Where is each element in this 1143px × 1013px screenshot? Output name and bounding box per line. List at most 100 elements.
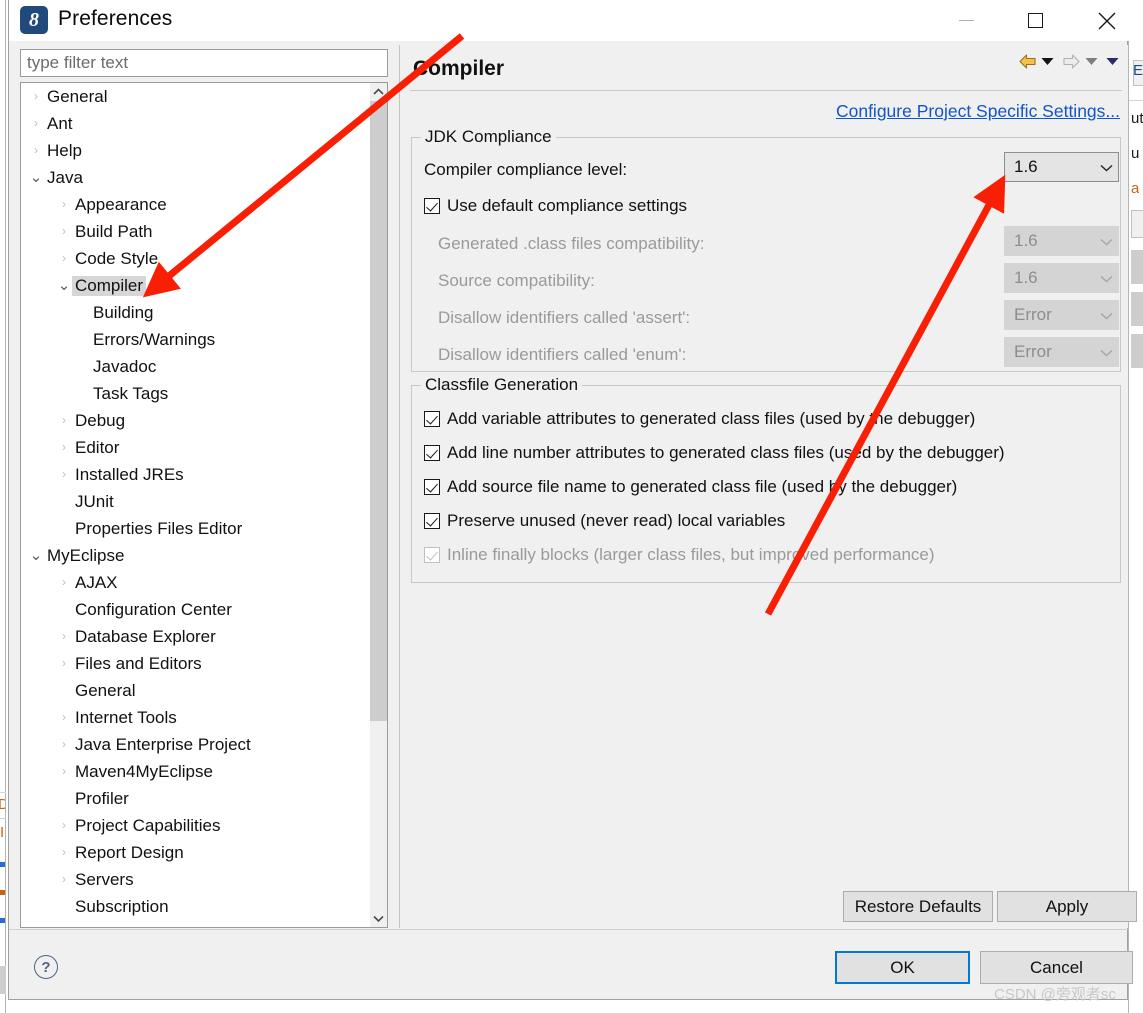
tree-item-appearance[interactable]: › Appearance [21, 191, 371, 218]
preferences-dialog: 8 Preferences type filter text › General ›… [8, 0, 1137, 1003]
add-source-file-name-checkbox[interactable]: Add source file name to generated class … [424, 477, 957, 497]
tree-item-label: Internet Tools [75, 707, 177, 727]
chevron-right-icon[interactable]: › [57, 191, 71, 218]
tree-item-label: Building [93, 302, 154, 322]
apply-button[interactable]: Apply [997, 891, 1137, 922]
tree-item-report-design[interactable]: › Report Design [21, 839, 371, 866]
chevron-right-icon[interactable]: › [57, 731, 71, 758]
tree-item-installed-jres[interactable]: › Installed JREs [21, 461, 371, 488]
tree-item-properties-files-editor[interactable]: Properties Files Editor [21, 515, 371, 542]
tree-item-database-explorer[interactable]: › Database Explorer [21, 623, 371, 650]
cancel-button[interactable]: Cancel [980, 951, 1133, 984]
bg-divider [0, 818, 6, 819]
filter-input[interactable]: type filter text [20, 49, 388, 77]
compiler-compliance-level-combo[interactable]: 1.6 [1004, 152, 1119, 182]
tree-item-files-and-editors[interactable]: › Files and Editors [21, 650, 371, 677]
maximize-button[interactable] [1011, 0, 1059, 41]
tree-item-internet-tools[interactable]: › Internet Tools [21, 704, 371, 731]
chevron-right-icon[interactable]: › [57, 623, 71, 650]
tree-item-help[interactable]: › Help [21, 137, 371, 164]
scroll-thumb[interactable] [370, 101, 387, 721]
chevron-right-icon[interactable]: › [57, 218, 71, 245]
tree-item-label: Errors/Warnings [93, 329, 216, 349]
tree-item-errors-warnings[interactable]: Errors/Warnings [21, 326, 371, 353]
bg-scroll-fragment [1131, 334, 1143, 368]
chevron-down-icon[interactable]: ⌄ [29, 168, 43, 188]
chevron-right-icon[interactable]: › [57, 812, 71, 839]
tree-item-java-enterprise-project[interactable]: › Java Enterprise Project [21, 731, 371, 758]
tree-item-subscription[interactable]: Subscription [21, 893, 371, 920]
checkbox-label: Use default compliance settings [447, 196, 688, 215]
chevron-down-icon[interactable]: ⌄ [57, 276, 71, 296]
tree-item-label: JUnit [75, 491, 114, 511]
chevron-right-icon[interactable]: › [57, 569, 71, 596]
tree-item-task-tags[interactable]: Task Tags [21, 920, 371, 928]
chevron-right-icon[interactable]: › [29, 137, 43, 164]
tree-item-building[interactable]: Building [21, 299, 371, 326]
tree-item-javadoc[interactable]: Javadoc [21, 353, 371, 380]
chevron-right-icon[interactable]: › [29, 83, 43, 110]
bg-text-fragment: D [0, 796, 5, 813]
checkbox-checked-icon [424, 513, 440, 529]
tree-item-general[interactable]: General [21, 677, 371, 704]
restore-defaults-button[interactable]: Restore Defaults [843, 891, 993, 922]
chevron-right-icon[interactable]: › [29, 110, 43, 137]
chevron-right-icon[interactable]: › [57, 839, 71, 866]
bg-divider [1129, 100, 1143, 101]
chevron-right-icon[interactable]: › [57, 866, 71, 893]
tree-scrollbar[interactable] [370, 83, 387, 927]
tree-item-ant[interactable]: › Ant [21, 110, 371, 137]
tree-item-junit[interactable]: JUnit [21, 488, 371, 515]
tree-item-java[interactable]: ⌄ Java [21, 164, 371, 191]
title-divider [410, 90, 1122, 91]
chevron-right-icon[interactable]: › [57, 407, 71, 434]
tree-item-debug[interactable]: › Debug [21, 407, 371, 434]
chevron-down-icon[interactable]: ⌄ [29, 546, 43, 566]
use-default-compliance-settings-checkbox[interactable]: Use default compliance settings [424, 196, 687, 216]
chevron-right-icon[interactable]: › [57, 650, 71, 677]
tree-item-task-tags[interactable]: Task Tags [21, 380, 371, 407]
scroll-down-button[interactable] [370, 910, 387, 927]
chevron-right-icon[interactable]: › [57, 245, 71, 272]
tree-item-configuration-center[interactable]: Configuration Center [21, 596, 371, 623]
tree-item-myeclipse[interactable]: ⌄ MyEclipse [21, 542, 371, 569]
minimize-button[interactable] [942, 0, 990, 41]
tree-item-general[interactable]: › General [21, 83, 371, 110]
back-history-menu[interactable] [1041, 57, 1054, 66]
tree-item-compiler[interactable]: ⌄ Compiler [21, 272, 371, 299]
tree-item-ajax[interactable]: › AJAX [21, 569, 371, 596]
disallow-enum-label: Disallow identifiers called 'enum': [438, 345, 687, 364]
tree-item-build-path[interactable]: › Build Path [21, 218, 371, 245]
background-left-border [5, 0, 6, 1013]
forward-button[interactable] [1062, 53, 1081, 70]
forward-history-menu[interactable] [1085, 57, 1098, 66]
tree-item-label: Editor [75, 437, 120, 457]
ok-button[interactable]: OK [835, 951, 970, 984]
scroll-up-button[interactable] [370, 83, 387, 100]
configure-project-specific-settings-link[interactable]: Configure Project Specific Settings... [836, 101, 1120, 122]
tree-item-servers[interactable]: › Servers [21, 866, 371, 893]
help-button[interactable]: ? [34, 955, 58, 979]
chevron-right-icon[interactable]: › [57, 758, 71, 785]
checkbox-checked-disabled-icon [424, 547, 440, 563]
tree-item-code-style[interactable]: › Code Style [21, 245, 371, 272]
back-button[interactable] [1018, 53, 1037, 70]
tree-item-maven4myeclipse[interactable]: › Maven4MyEclipse [21, 758, 371, 785]
add-variable-attributes-checkbox[interactable]: Add variable attributes to generated cla… [424, 409, 975, 429]
checkbox-checked-icon [424, 198, 440, 214]
tree-item-profiler[interactable]: Profiler [21, 785, 371, 812]
chevron-right-icon[interactable]: › [57, 434, 71, 461]
checkbox-checked-icon [424, 479, 440, 495]
chevron-right-icon[interactable]: › [57, 704, 71, 731]
chevron-right-icon[interactable]: › [57, 461, 71, 488]
tree-item-editor[interactable]: › Editor [21, 434, 371, 461]
view-menu-button[interactable] [1106, 57, 1119, 66]
bg-bullet [0, 918, 5, 923]
close-button[interactable] [1083, 0, 1131, 41]
checkbox-label: Add line number attributes to generated … [447, 443, 1005, 462]
add-line-number-attributes-checkbox[interactable]: Add line number attributes to generated … [424, 443, 1005, 463]
preserve-unused-local-variables-checkbox[interactable]: Preserve unused (never read) local varia… [424, 511, 785, 531]
tree-item-project-capabilities[interactable]: › Project Capabilities [21, 812, 371, 839]
checkbox-label: Add source file name to generated class … [447, 477, 958, 496]
preferences-tree[interactable]: › General › Ant › Help ⌄ Java › Appearance › Build … [20, 82, 388, 928]
